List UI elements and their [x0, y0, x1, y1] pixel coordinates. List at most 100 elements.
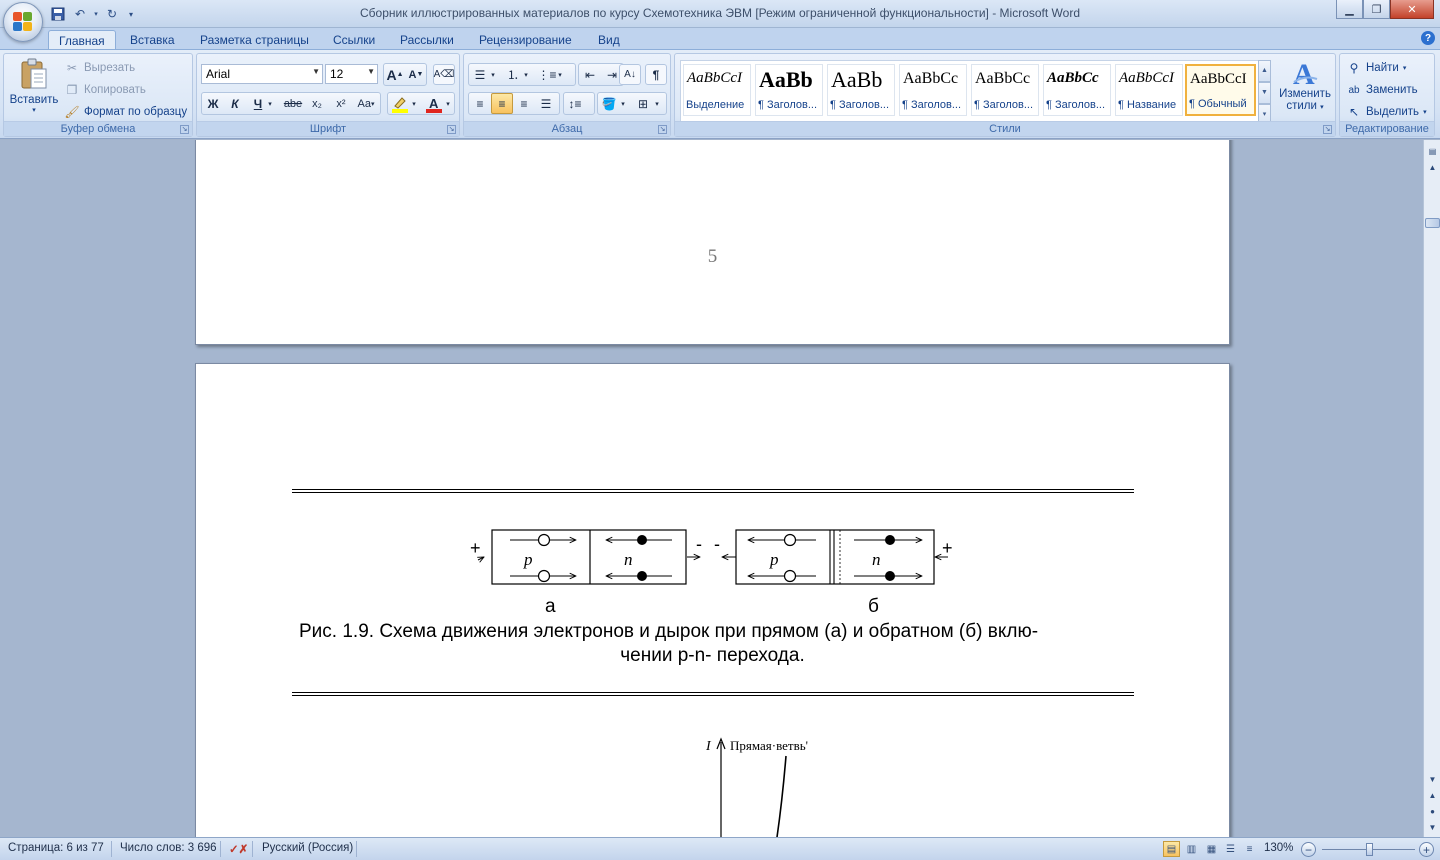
- style-sample: AaBbCcI: [1119, 70, 1174, 86]
- tab-references[interactable]: Ссылки: [323, 30, 385, 50]
- electron-dot: [637, 571, 647, 581]
- find-button[interactable]: ⚲ Найти ▾: [1346, 58, 1407, 78]
- grow-font-button[interactable]: A ▲: [384, 64, 406, 85]
- office-button[interactable]: [3, 2, 43, 42]
- paragraph-launcher-icon[interactable]: ↘: [658, 125, 667, 134]
- strikethrough-button[interactable]: abe: [282, 93, 304, 114]
- tab-review[interactable]: Рецензирование: [469, 30, 582, 50]
- page-previous[interactable]: 5: [195, 140, 1230, 345]
- subscript-button[interactable]: x₂: [306, 93, 328, 114]
- replace-button[interactable]: ab Заменить: [1346, 80, 1417, 100]
- outline-view-icon[interactable]: ☰: [1222, 841, 1239, 857]
- numbering-dropdown-icon[interactable]: ▾: [521, 64, 531, 85]
- shrink-font-button[interactable]: A ▼: [405, 64, 427, 85]
- multilevel-dropdown-icon[interactable]: ▾: [555, 64, 565, 85]
- next-page-icon[interactable]: ▼: [1425, 820, 1440, 835]
- align-center-button[interactable]: ≡: [491, 93, 513, 114]
- italic-button[interactable]: К: [224, 93, 246, 114]
- style-name: ¶ Заголов...: [830, 99, 890, 111]
- decrease-indent-button[interactable]: ⇤: [579, 64, 601, 85]
- borders-button[interactable]: ⊞: [632, 93, 654, 114]
- highlight-dropdown-icon[interactable]: ▾: [409, 93, 419, 114]
- help-icon[interactable]: ?: [1421, 31, 1435, 45]
- clipboard-group: Вставить ▾ ✂ Вырезать ❐ Копировать 🖌 Фор…: [3, 53, 193, 137]
- zoom-in-button[interactable]: +: [1419, 842, 1434, 857]
- style-heading-5[interactable]: AaBbCc ¶ Заголов...: [1043, 64, 1111, 116]
- figure-caption-line-1: Рис. 1.9. Схема движения электронов и ды…: [299, 621, 1039, 642]
- cut-button[interactable]: ✂ Вырезать: [64, 58, 135, 78]
- font-color-dropdown-icon[interactable]: ▾: [443, 93, 453, 114]
- full-screen-reading-view-icon[interactable]: ▥: [1183, 841, 1200, 857]
- tab-home[interactable]: Главная: [48, 30, 116, 50]
- status-word-count[interactable]: Число слов: 3 696: [120, 842, 217, 854]
- justify-button[interactable]: ☰: [535, 93, 557, 114]
- font-size-combo[interactable]: 12 ▼: [325, 64, 378, 84]
- chevron-down-icon: ▾: [1423, 109, 1427, 116]
- shading-dropdown-icon[interactable]: ▾: [618, 93, 628, 114]
- font-launcher-icon[interactable]: ↘: [447, 125, 456, 134]
- change-case-button[interactable]: Aa ▾: [355, 93, 377, 114]
- underline-dropdown-icon[interactable]: ▾: [265, 93, 275, 114]
- ruler-toggle-icon[interactable]: ▤: [1425, 144, 1440, 159]
- style-sample: AaBb: [831, 67, 883, 92]
- format-painter-label: Формат по образцу: [84, 106, 188, 118]
- gallery-scroll-up-icon[interactable]: ▲: [1258, 60, 1271, 82]
- gallery-scroll-down-icon[interactable]: ▼: [1258, 82, 1271, 104]
- highlight-button[interactable]: [389, 93, 411, 114]
- browse-object-icon[interactable]: ●: [1425, 804, 1440, 819]
- paste-button[interactable]: Вставить ▾: [8, 58, 60, 120]
- restore-button[interactable]: ❐: [1363, 0, 1390, 19]
- zoom-slider-thumb[interactable]: [1366, 843, 1373, 856]
- previous-page-icon[interactable]: ▲: [1425, 788, 1440, 803]
- close-button[interactable]: ✕: [1390, 0, 1434, 19]
- bold-button[interactable]: Ж: [202, 93, 224, 114]
- scroll-thumb[interactable]: [1425, 218, 1440, 228]
- proofing-error-icon[interactable]: ✓✗: [229, 842, 248, 856]
- style-heading-2[interactable]: AaBb ¶ Заголов...: [827, 64, 895, 116]
- bullets-dropdown-icon[interactable]: ▾: [488, 64, 498, 85]
- web-layout-view-icon[interactable]: ▦: [1203, 841, 1220, 857]
- style-normal[interactable]: AaBbCcI ¶ Обычный: [1185, 64, 1256, 116]
- tab-view[interactable]: Вид: [588, 30, 630, 50]
- style-heading-4[interactable]: AaBbCc ¶ Заголов...: [971, 64, 1039, 116]
- style-title[interactable]: AaBbCcI ¶ Название: [1115, 64, 1183, 116]
- print-layout-view-icon[interactable]: ▤: [1163, 841, 1180, 857]
- format-painter-button[interactable]: 🖌 Формат по образцу: [64, 102, 187, 122]
- show-marks-button[interactable]: ¶: [645, 64, 667, 85]
- zoom-level[interactable]: 130%: [1264, 842, 1293, 854]
- copy-button[interactable]: ❐ Копировать: [64, 80, 146, 100]
- font-color-button[interactable]: A: [423, 93, 445, 114]
- clear-formatting-button[interactable]: A⌫: [433, 64, 455, 85]
- document-area[interactable]: 5 + - - + p n p n а б Рис. 1.9. Схема дв…: [0, 140, 1423, 837]
- scroll-down-icon[interactable]: ▼: [1425, 772, 1440, 787]
- style-emphasis[interactable]: AaBbCcI Выделение: [683, 64, 751, 116]
- zoom-out-button[interactable]: −: [1301, 842, 1316, 857]
- tab-insert[interactable]: Вставка: [120, 30, 185, 50]
- page-current[interactable]: + - - + p n p n а б Рис. 1.9. Схема движ…: [195, 363, 1230, 837]
- align-right-button[interactable]: ≡: [513, 93, 535, 114]
- editing-group: ⚲ Найти ▾ ab Заменить ↖ Выделить ▾ Редак…: [1339, 53, 1435, 137]
- tab-page-layout[interactable]: Разметка страницы: [190, 30, 319, 50]
- tab-mailings[interactable]: Рассылки: [390, 30, 464, 50]
- minimize-button[interactable]: ▁: [1336, 0, 1363, 19]
- status-page[interactable]: Страница: 6 из 77: [8, 842, 104, 854]
- clipboard-launcher-icon[interactable]: ↘: [180, 125, 189, 134]
- select-button[interactable]: ↖ Выделить ▾: [1346, 102, 1427, 122]
- sort-button[interactable]: A↓: [619, 64, 641, 85]
- font-name-combo[interactable]: Arial ▼: [201, 64, 323, 84]
- font-group-label: Шрифт: [197, 121, 459, 136]
- status-language[interactable]: Русский (Россия): [262, 842, 353, 854]
- style-heading-3[interactable]: AaBbCc ¶ Заголов...: [899, 64, 967, 116]
- superscript-button[interactable]: x²: [330, 93, 352, 114]
- borders-icon: ⊞: [637, 96, 649, 111]
- line-spacing-button[interactable]: ↕≡: [564, 93, 586, 114]
- draft-view-icon[interactable]: ≡: [1241, 841, 1258, 857]
- change-styles-button[interactable]: A Изменить стили ▾: [1277, 58, 1333, 120]
- styles-launcher-icon[interactable]: ↘: [1323, 125, 1332, 134]
- scroll-up-icon[interactable]: ▲: [1425, 160, 1440, 175]
- style-heading-1[interactable]: AaBb ¶ Заголов...: [755, 64, 823, 116]
- borders-dropdown-icon[interactable]: ▾: [652, 93, 662, 114]
- align-left-button[interactable]: ≡: [469, 93, 491, 114]
- shading-button[interactable]: 🪣: [598, 93, 620, 114]
- vertical-scrollbar[interactable]: ▤ ▲ ▼ ▲ ● ▼: [1423, 140, 1440, 837]
